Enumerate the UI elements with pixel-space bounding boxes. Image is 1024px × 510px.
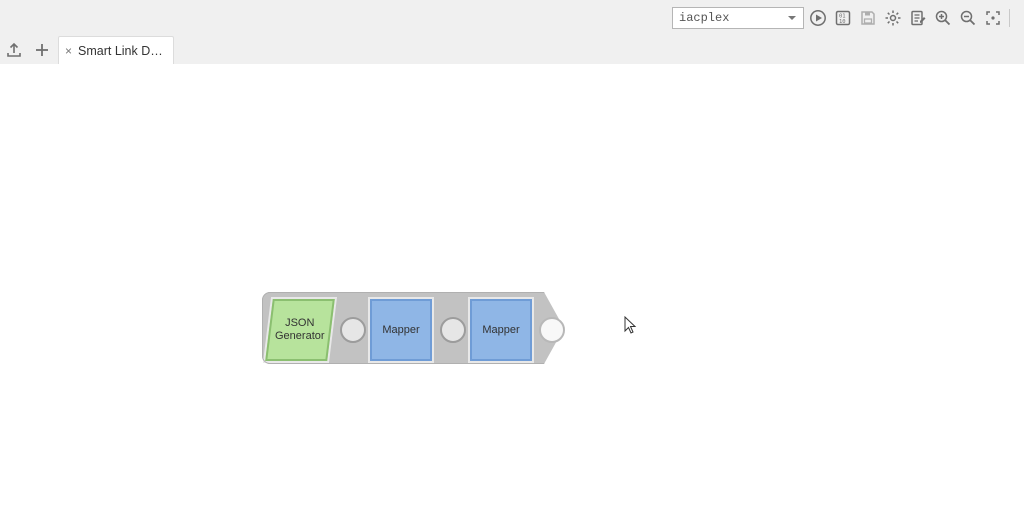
snap-mapper-2[interactable]: Mapper (470, 299, 532, 361)
zoom-in-icon (934, 9, 952, 27)
snap-label: JSON Generator (273, 317, 327, 343)
gear-icon (884, 9, 902, 27)
binary-icon: 01 10 (834, 9, 852, 27)
settings-button[interactable] (882, 7, 904, 29)
connector-output[interactable] (539, 317, 565, 343)
notes-button[interactable] (907, 7, 929, 29)
zoom-out-button[interactable] (957, 7, 979, 29)
top-toolbar: iacplex 01 10 (0, 0, 1024, 37)
toolbar-right-group: iacplex 01 10 (672, 7, 1012, 29)
save-icon (859, 9, 877, 27)
chevron-down-icon (785, 11, 799, 25)
connector-1[interactable] (340, 317, 366, 343)
fit-screen-button[interactable] (982, 7, 1004, 29)
profile-dropdown-value: iacplex (679, 11, 729, 25)
tab-row: × Smart Link D… (0, 36, 1024, 65)
snap-label: Mapper (480, 324, 521, 337)
save-button[interactable] (857, 7, 879, 29)
binary-button[interactable]: 01 10 (832, 7, 854, 29)
tab-smart-link[interactable]: × Smart Link D… (58, 36, 174, 65)
snap-json-generator[interactable]: JSON Generator (265, 299, 335, 361)
svg-text:10: 10 (839, 19, 846, 25)
fit-screen-icon (984, 9, 1002, 27)
profile-dropdown[interactable]: iacplex (672, 7, 804, 29)
zoom-out-icon (959, 9, 977, 27)
snap-mapper-1[interactable]: Mapper (370, 299, 432, 361)
pipeline-canvas[interactable]: JSON Generator Mapper Mapper (0, 64, 1024, 510)
pipeline-group[interactable]: JSON Generator Mapper Mapper (262, 292, 564, 364)
export-button[interactable] (0, 36, 28, 64)
add-button[interactable] (28, 36, 56, 64)
run-button[interactable] (807, 7, 829, 29)
connector-2[interactable] (440, 317, 466, 343)
snap-label: Mapper (380, 324, 421, 337)
zoom-in-button[interactable] (932, 7, 954, 29)
cursor-icon (624, 316, 638, 336)
export-icon (5, 41, 23, 59)
play-icon (809, 9, 827, 27)
close-icon[interactable]: × (65, 45, 72, 57)
tab-label: Smart Link D… (78, 44, 163, 58)
notes-icon (909, 9, 927, 27)
toolbar-divider (1009, 9, 1010, 27)
plus-icon (33, 41, 51, 59)
